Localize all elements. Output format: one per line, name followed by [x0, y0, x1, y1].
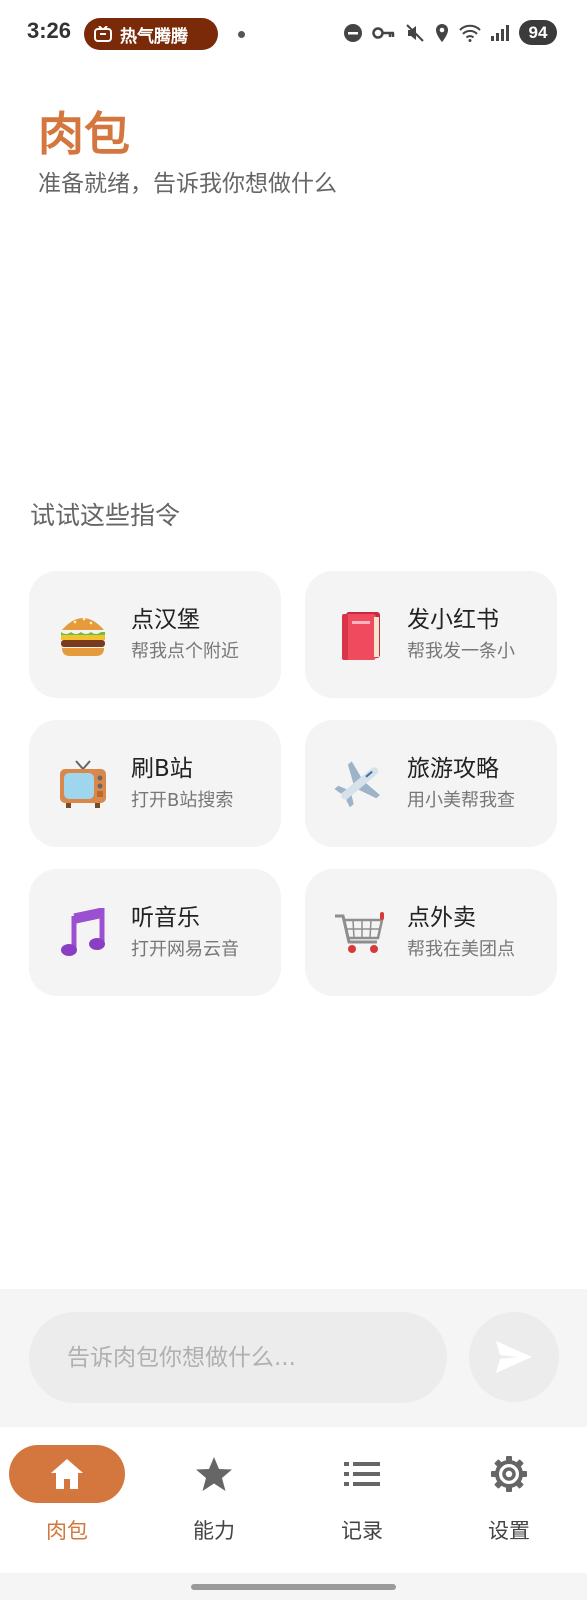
- home-indicator[interactable]: [191, 1584, 396, 1590]
- mute-icon: [406, 23, 424, 42]
- red-book-icon: [333, 609, 385, 661]
- suggestion-card-takeout[interactable]: 点外卖 帮我在美团点: [305, 869, 557, 996]
- suggestion-title: 点汉堡: [131, 606, 200, 633]
- suggestion-title: 点外卖: [407, 904, 476, 931]
- wifi-icon: [459, 24, 481, 42]
- nav-item-home[interactable]: 肉包: [7, 1445, 127, 1545]
- battery-indicator: 94: [519, 20, 557, 45]
- gear-icon: [491, 1456, 527, 1492]
- location-icon: [436, 23, 448, 42]
- list-icon: [344, 1462, 380, 1486]
- nav-label: 设置: [488, 1519, 530, 1543]
- chat-input[interactable]: [29, 1312, 447, 1403]
- shopping-cart-icon: [333, 907, 385, 959]
- hamburger-icon: [57, 609, 109, 661]
- suggestion-desc: 打开网易云音: [131, 938, 239, 960]
- nav-item-abilities[interactable]: 能力: [154, 1445, 274, 1545]
- nav-label: 肉包: [46, 1519, 88, 1543]
- nav-active-pill: [9, 1445, 125, 1503]
- tv-icon: [94, 26, 112, 42]
- status-time: 3:26: [27, 18, 72, 43]
- app-subtitle: 准备就绪，告诉我你想做什么: [38, 171, 337, 197]
- suggestion-card-bilibili[interactable]: 刷B站 打开B站搜索: [29, 720, 281, 847]
- key-icon: [372, 26, 395, 39]
- suggestion-card-travel[interactable]: 旅游攻略 用小美帮我查: [305, 720, 557, 847]
- star-icon: [196, 1457, 232, 1491]
- suggestion-card-xiaohongshu[interactable]: 发小红书 帮我发一条小: [305, 571, 557, 698]
- nav-item-records[interactable]: 记录: [302, 1445, 422, 1545]
- airplane-icon: [333, 758, 385, 810]
- suggestion-card-music[interactable]: 听音乐 打开网易云音: [29, 869, 281, 996]
- suggestion-grid: 点汉堡 帮我点个附近 发小红书 帮我发一条小 刷B站 打开B站搜索 旅游攻略 用…: [29, 571, 559, 996]
- bottom-nav: 肉包 能力 记录 设置: [0, 1427, 587, 1573]
- suggestion-desc: 帮我在美团点: [407, 938, 515, 960]
- suggestion-desc: 用小美帮我查: [407, 789, 515, 811]
- nav-label: 能力: [193, 1519, 235, 1543]
- suggestions-title: 试试这些指令: [30, 501, 181, 530]
- suggestion-title: 刷B站: [131, 755, 193, 782]
- suggestion-desc: 打开B站搜索: [131, 789, 234, 811]
- do-not-disturb-icon: [344, 23, 362, 42]
- suggestion-card-burger[interactable]: 点汉堡 帮我点个附近: [29, 571, 281, 698]
- live-notification-pill[interactable]: 热气腾腾: [84, 18, 218, 50]
- home-icon: [51, 1459, 83, 1489]
- status-icons: 94: [343, 20, 557, 45]
- suggestion-desc: 帮我发一条小: [407, 640, 515, 662]
- nav-item-settings[interactable]: 设置: [449, 1445, 569, 1545]
- suggestion-title: 旅游攻略: [407, 755, 499, 782]
- suggestion-title: 听音乐: [131, 904, 200, 931]
- input-area: [0, 1289, 587, 1427]
- suggestion-title: 发小红书: [407, 606, 499, 633]
- send-button[interactable]: [469, 1312, 559, 1402]
- notification-dot: [238, 31, 245, 38]
- notification-text: 热气腾腾: [120, 26, 188, 47]
- signal-icon: [491, 24, 509, 41]
- send-icon: [496, 1341, 532, 1373]
- nav-label: 记录: [341, 1519, 383, 1543]
- suggestion-desc: 帮我点个附近: [131, 640, 239, 662]
- app-title: 肉包: [38, 107, 130, 161]
- music-note-icon: [57, 907, 109, 959]
- status-bar: 3:26 热气腾腾 94: [0, 0, 587, 70]
- tv-icon: [57, 758, 109, 810]
